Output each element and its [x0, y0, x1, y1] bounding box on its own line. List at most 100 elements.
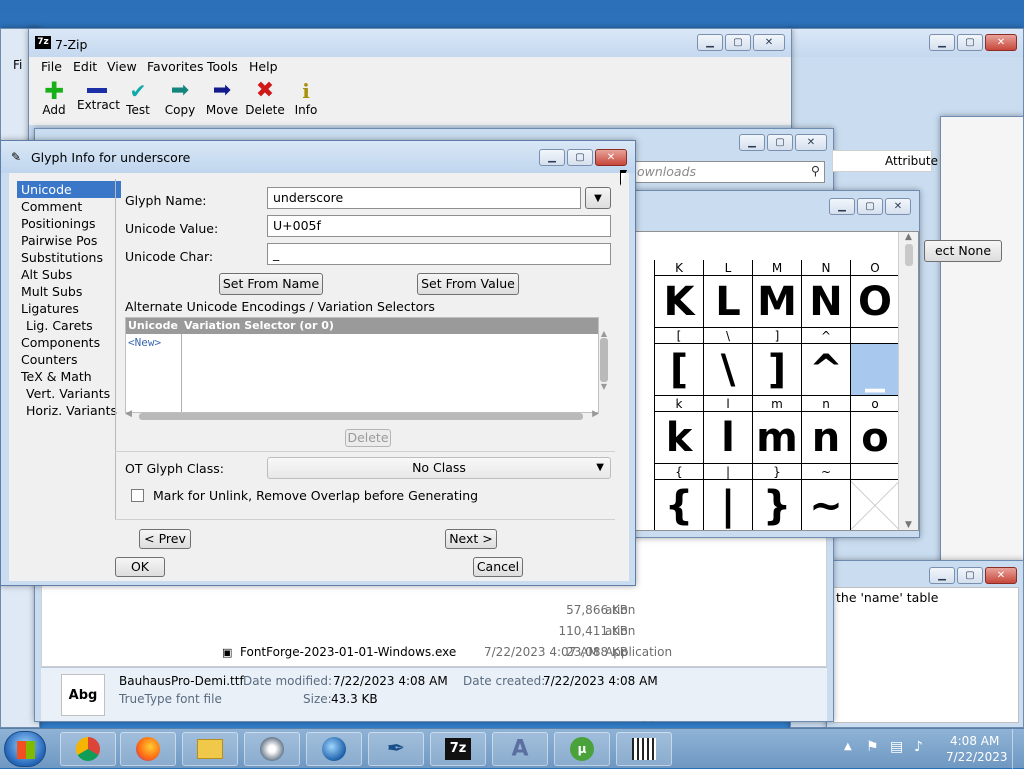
glyph-header-cell[interactable]: [ — [654, 328, 703, 344]
nav-item-substitutions[interactable]: Substitutions — [17, 249, 121, 266]
set-from-name-button[interactable]: Set From Name — [219, 273, 323, 295]
scroll-down-icon[interactable]: ▼ — [599, 382, 609, 391]
close-button[interactable]: ✕ — [595, 149, 627, 166]
glyph-cell[interactable]: _ — [850, 344, 899, 396]
ot-glyph-class-select[interactable]: No Class ▼ — [267, 457, 611, 479]
taskbar-explorer[interactable] — [182, 732, 238, 766]
alt-encodings-vscroll[interactable]: ▲ ▼ — [599, 329, 609, 403]
clock-time[interactable]: 4:08 AM — [950, 734, 999, 748]
toolbar-move-button[interactable]: ➡ Move — [205, 79, 239, 123]
tray-flag-icon[interactable]: ⚑ — [866, 739, 879, 755]
unlink-checkbox[interactable] — [131, 489, 144, 502]
glyph-header-cell[interactable]: \ — [703, 328, 752, 344]
taskbar-utorrent[interactable]: µ — [554, 732, 610, 766]
glyph-cell[interactable]: } — [752, 480, 801, 530]
file-row[interactable]: ation 110,411 KB — [42, 621, 662, 642]
glyph-header-cell[interactable]: ~ — [801, 464, 850, 480]
glyph-cell[interactable]: ] — [752, 344, 801, 396]
minimize-button[interactable]: ▁ — [739, 134, 765, 151]
maximize-button[interactable]: ▢ — [567, 149, 593, 166]
cancel-button[interactable]: Cancel — [473, 557, 523, 577]
next-button[interactable]: Next > — [445, 529, 497, 549]
nav-item-unicode[interactable]: Unicode — [17, 181, 121, 198]
nav-item-lig-carets[interactable]: Lig. Carets — [17, 317, 121, 334]
minimize-button[interactable]: ▁ — [929, 34, 955, 51]
maximize-button[interactable]: ▢ — [957, 34, 983, 51]
alt-encodings-hscroll[interactable]: ◀ ▶ — [125, 409, 599, 421]
nav-item-horiz-variants[interactable]: Horiz. Variants — [17, 402, 121, 419]
glyph-header-cell[interactable]: N — [801, 260, 850, 276]
alt-hscroll-thumb[interactable] — [139, 413, 583, 420]
nav-item-vert-variants[interactable]: Vert. Variants — [17, 385, 121, 402]
glyph-header-cell[interactable] — [850, 464, 899, 480]
nav-item-components[interactable]: Components — [17, 334, 121, 351]
glyph-cell[interactable]: \ — [703, 344, 752, 396]
taskbar-fontforge[interactable]: A — [492, 732, 548, 766]
toolbar-add-button[interactable]: ✚ Add — [39, 79, 69, 123]
file-row[interactable]: ▣ FontForge-2023-01-01-Windows.exe 7/22/20… — [42, 642, 672, 663]
scroll-up-icon[interactable]: ▲ — [899, 232, 918, 242]
glyph-header-cell[interactable]: ] — [752, 328, 801, 344]
glyph-header-cell[interactable] — [850, 328, 899, 344]
unicode-char-field[interactable]: _ — [267, 243, 611, 265]
glyph-header-cell[interactable]: M — [752, 260, 801, 276]
taskbar-7zip[interactable]: 7z — [430, 732, 486, 766]
glyph-header-cell[interactable]: K — [654, 260, 703, 276]
maximize-button[interactable]: ▢ — [725, 34, 751, 51]
alt-scroll-thumb[interactable] — [600, 338, 608, 382]
taskbar-app-feather[interactable]: ✒ — [368, 732, 424, 766]
glyph-header-cell[interactable]: O — [850, 260, 899, 276]
grid-scroll-thumb[interactable] — [904, 244, 913, 266]
new-entry[interactable]: <New> — [128, 336, 161, 349]
maximize-button[interactable]: ▢ — [857, 198, 883, 215]
glyph-name-field[interactable]: underscore — [267, 187, 581, 209]
toolbar-info-button[interactable]: i Info — [291, 79, 321, 123]
close-button[interactable]: ✕ — [985, 567, 1017, 584]
nav-item-alt-subs[interactable]: Alt Subs — [17, 266, 121, 283]
toolbar-test-button[interactable]: ✔ Test — [123, 79, 153, 123]
explorer-search-box[interactable]: ownloads ⚲ — [631, 161, 825, 183]
close-button[interactable]: ✕ — [753, 34, 785, 51]
nav-item-ligatures[interactable]: Ligatures — [17, 300, 121, 317]
toolbar-extract-button[interactable]: Extract — [77, 79, 120, 123]
nav-item-mult-subs[interactable]: Mult Subs — [17, 283, 121, 300]
prev-button[interactable]: < Prev — [139, 529, 191, 549]
menu-file[interactable]: File — [41, 59, 62, 74]
maximize-button[interactable]: ▢ — [767, 134, 793, 151]
glyph-cell[interactable]: O — [850, 276, 899, 328]
taskbar-app-swirl[interactable] — [244, 732, 300, 766]
toolbar-delete-button[interactable]: ✖ Delete — [245, 79, 285, 123]
menu-tools[interactable]: Tools — [207, 59, 238, 74]
nav-item-tex-math[interactable]: TeX & Math — [17, 368, 121, 385]
scroll-down-icon[interactable]: ▼ — [899, 520, 918, 530]
close-button[interactable]: ✕ — [795, 134, 827, 151]
glyph-cell[interactable]: ~ — [801, 480, 850, 530]
glyph-cell[interactable]: k — [654, 412, 703, 464]
nav-item-counters[interactable]: Counters — [17, 351, 121, 368]
start-button[interactable] — [4, 731, 46, 767]
taskbar-app-globe[interactable] — [306, 732, 362, 766]
minimize-button[interactable]: ▁ — [929, 567, 955, 584]
glyph-cell[interactable]: { — [654, 480, 703, 530]
scroll-left-icon[interactable]: ◀ — [125, 409, 132, 419]
glyph-header-cell[interactable]: k — [654, 396, 703, 412]
taskbar-chrome[interactable] — [60, 732, 116, 766]
nav-item-positionings[interactable]: Positionings — [17, 215, 121, 232]
tray-expand-icon[interactable]: ▲ — [844, 741, 852, 752]
glyph-cell[interactable]: M — [752, 276, 801, 328]
taskbar-firefox[interactable] — [120, 732, 176, 766]
minimize-button[interactable]: ▁ — [697, 34, 723, 51]
menu-view[interactable]: View — [107, 59, 137, 74]
glyph-cell[interactable]: ^ — [801, 344, 850, 396]
glyph-cell[interactable]: o — [850, 412, 899, 464]
glyph-name-dropdown-button[interactable]: ▼ — [585, 187, 611, 209]
glyph-cell[interactable]: | — [703, 480, 752, 530]
maximize-button[interactable]: ▢ — [957, 567, 983, 584]
glyph-cell[interactable] — [850, 480, 899, 530]
scroll-right-icon[interactable]: ▶ — [592, 409, 599, 419]
grid-scrollbar[interactable]: ▲ ▼ — [898, 232, 918, 530]
show-desktop-button[interactable] — [1012, 729, 1024, 769]
nav-item-comment[interactable]: Comment — [17, 198, 121, 215]
glyph-cell[interactable]: n — [801, 412, 850, 464]
glyph-header-cell[interactable]: | — [703, 464, 752, 480]
